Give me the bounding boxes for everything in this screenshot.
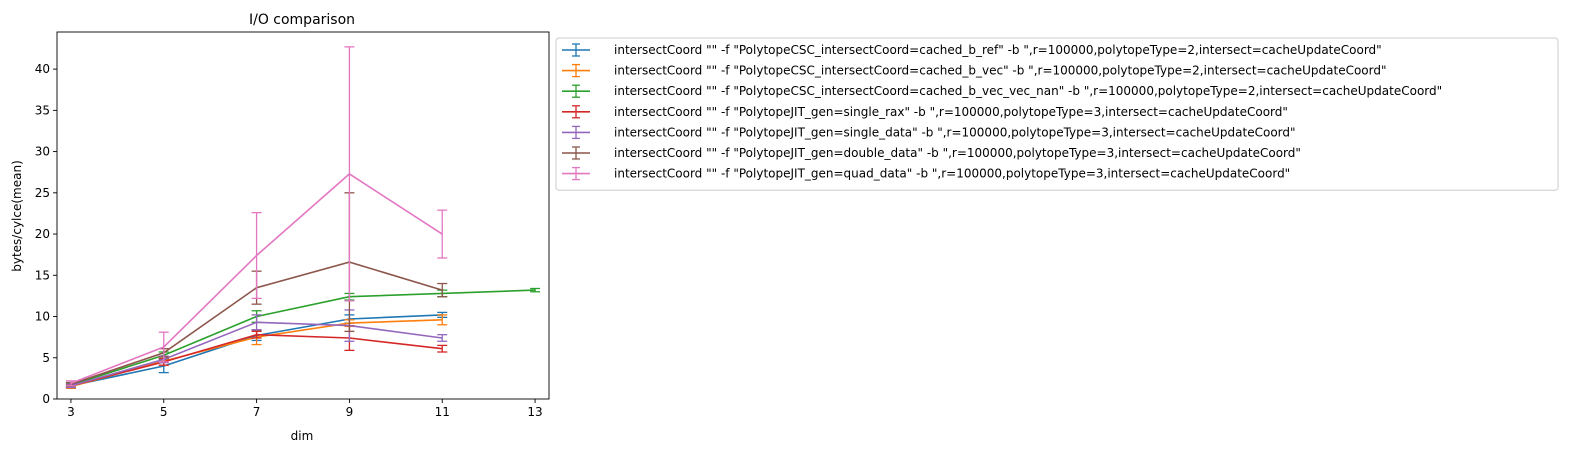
legend-entry-6: intersectCoord "" -f "PolytopeJIT_gen=do… (562, 146, 1301, 160)
y-tick-label: 0 (42, 392, 50, 406)
y-tick-label: 30 (35, 145, 50, 159)
chart-title: I/O comparison (249, 12, 355, 28)
x-tick-label: 11 (435, 405, 450, 419)
legend-entry-5: intersectCoord "" -f "PolytopeJIT_gen=si… (562, 125, 1296, 139)
legend-label: intersectCoord "" -f "PolytopeCSC_inters… (614, 43, 1382, 57)
legend-entry-7: intersectCoord "" -f "PolytopeJIT_gen=qu… (562, 167, 1290, 181)
x-tick-label: 7 (253, 405, 261, 419)
plot-area: 3 5 7 9 11 130510152025303540 (35, 31, 550, 419)
io-comparison-chart: I/O comparison 3 5 7 9 11 130510152025303540 … (10, 12, 1559, 443)
series-4 (65, 324, 448, 389)
y-tick-label: 25 (35, 186, 50, 200)
legend-label: intersectCoord "" -f "PolytopeJIT_gen=do… (614, 146, 1301, 160)
y-axis-label: bytes/cylce(mean) (10, 160, 24, 272)
x-axis-label: dim (291, 429, 314, 443)
y-tick-label: 35 (35, 103, 50, 117)
y-tick-label: 5 (42, 351, 50, 365)
y-tick-label: 40 (35, 62, 50, 76)
y-tick-label: 15 (35, 268, 50, 282)
legend-entry-2: intersectCoord "" -f "PolytopeCSC_inters… (562, 64, 1387, 78)
legend-label: intersectCoord "" -f "PolytopeCSC_inters… (614, 84, 1442, 98)
legend-label: intersectCoord "" -f "PolytopeJIT_gen=si… (614, 105, 1288, 119)
x-tick-label: 13 (527, 405, 542, 419)
legend-entry-4: intersectCoord "" -f "PolytopeJIT_gen=si… (562, 105, 1288, 119)
legend-label: intersectCoord "" -f "PolytopeJIT_gen=qu… (614, 167, 1290, 181)
legend-entry-1: intersectCoord "" -f "PolytopeCSC_inters… (562, 43, 1382, 57)
legend: intersectCoord "" -f "PolytopeCSC_inters… (555, 37, 1559, 191)
x-tick-label: 9 (346, 405, 354, 419)
legend-label: intersectCoord "" -f "PolytopeJIT_gen=si… (614, 125, 1296, 139)
y-tick-label: 10 (35, 310, 50, 324)
legend-label: intersectCoord "" -f "PolytopeCSC_inters… (614, 64, 1387, 78)
legend-entry-3: intersectCoord "" -f "PolytopeCSC_inters… (562, 84, 1442, 98)
y-tick-label: 20 (35, 227, 50, 241)
x-tick-label: 3 (67, 405, 75, 419)
x-tick-label: 5 (160, 405, 168, 419)
